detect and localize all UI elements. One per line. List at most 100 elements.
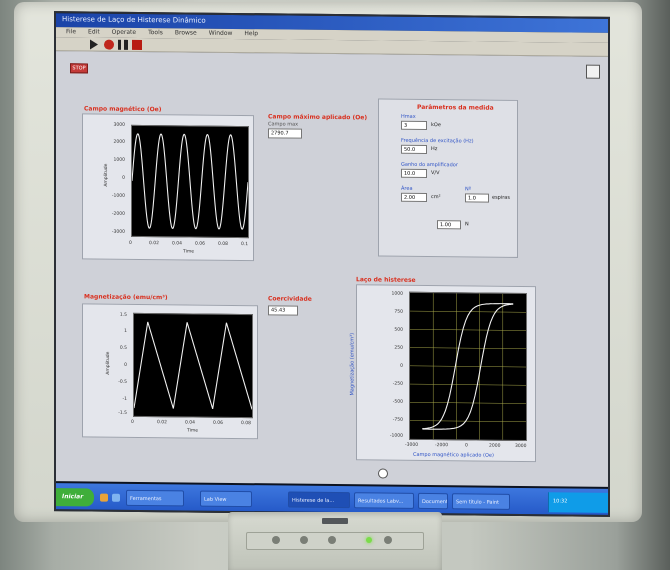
graph2-trace [134, 321, 252, 410]
monitor-power-button[interactable] [384, 536, 392, 544]
param-hmax-input[interactable]: 3 [401, 120, 427, 130]
params-title: Parâmetros da medida [417, 103, 494, 112]
graph1-box: 3000 2000 1000 0 -1000 -2000 -3000 0 0.0… [82, 113, 254, 262]
parameters-panel: Parâmetros da medida Hmax 3 kOe Frequênc… [378, 98, 518, 258]
param-turns-label: Nº [465, 186, 472, 193]
loop-graph [410, 293, 526, 440]
loop-ytick-4: 0 [400, 363, 403, 369]
menu-browse[interactable]: Browse [175, 29, 197, 37]
abort-icon[interactable] [132, 39, 142, 51]
system-tray: 10:32 [548, 492, 608, 513]
task-labview[interactable]: Lab View [200, 490, 252, 508]
loop-grid-hline [410, 329, 526, 331]
graph2-ytick-1: 1 [124, 328, 127, 334]
graph2-readout-title: Coercividade [268, 295, 312, 303]
graph1-title: Campo magnético (Oe) [84, 105, 162, 114]
loop-xtick-3: 2000 [489, 443, 501, 449]
stop-button[interactable]: STOP [70, 63, 88, 74]
mouse-cursor [378, 468, 388, 479]
graph1-plot [131, 124, 249, 239]
loop-ytick-3: 250 [394, 345, 403, 351]
graph1-xtick-0: 0 [129, 240, 132, 246]
menu-tools[interactable]: Tools [148, 29, 163, 37]
loop-ytick-7: -750 [392, 417, 403, 423]
graph1-xtick-2: 0.04 [172, 241, 183, 247]
param-area-unit: cm² [431, 194, 441, 201]
graph1-xtick-3: 0.06 [195, 241, 206, 247]
param-freq-input[interactable]: 50.0 [401, 144, 427, 154]
param-gain-input[interactable]: 10.0 [401, 168, 427, 178]
monitor-select-button[interactable] [328, 536, 336, 544]
loop-ytick-1: 750 [394, 309, 403, 315]
loop-xtick-1: -2000 [435, 443, 449, 449]
graph1-ylabel: Amplitude [104, 163, 110, 187]
front-panel: STOP Campo magnético (Oe) 3000 2000 1000… [56, 51, 608, 487]
graph1-xtick-1: 0.02 [149, 241, 160, 247]
menu-file[interactable]: File [66, 28, 76, 36]
menu-help[interactable]: Help [244, 30, 258, 38]
loop-xtick-0: -3000 [405, 442, 419, 448]
monitor-stand [228, 512, 442, 570]
task-resultados[interactable]: Resultados Labv... [354, 492, 414, 509]
window-title: Histerese de Laço de Histerese Dinâmico [62, 15, 206, 25]
quicklaunch-browser-icon[interactable] [112, 493, 120, 502]
graph2-ytick-5: -1 [122, 396, 128, 402]
monitor-menu-button[interactable] [272, 536, 280, 544]
task-histerese[interactable]: Histerese de la... [288, 491, 350, 509]
task-ferramentas[interactable]: Ferramentas [126, 489, 184, 507]
loop-ytick-6: -500 [392, 399, 403, 405]
loop-grid-hline [410, 365, 526, 368]
param-area-input[interactable]: 2.00 [401, 192, 427, 202]
graph1-xtick-4: 0.08 [218, 241, 229, 247]
param-gain-label: Ganho do amplificador [401, 161, 458, 169]
param-hmax-label: Hmax [401, 113, 416, 120]
loop-grid-hline [410, 420, 526, 423]
graph1-ytick-1: 2000 [113, 139, 125, 145]
graph2-waveform [134, 321, 252, 410]
param-hmax-unit: kOe [431, 122, 441, 129]
loop-ylabel: Magnetização (emu/cm³) [349, 332, 356, 396]
run-continuous-icon[interactable] [104, 39, 114, 50]
graph1-ytick-5: -2000 [111, 211, 125, 217]
param-factor-unit: N [465, 221, 469, 228]
brand-badge [322, 518, 348, 524]
param-factor-input[interactable]: 1.00 [437, 220, 461, 230]
clock[interactable]: 10:32 [553, 498, 567, 504]
graph1-ytick-6: -3000 [111, 229, 125, 235]
loop-ytick-2: 500 [394, 327, 403, 333]
param-freq-unit: Hz [431, 146, 438, 153]
graph2-ytick-4: -0.5 [118, 379, 127, 385]
menu-edit[interactable]: Edit [88, 28, 100, 36]
quicklaunch-folder-icon[interactable] [100, 493, 108, 502]
menu-operate[interactable]: Operate [112, 29, 136, 37]
param-gain-unit: V/V [431, 170, 440, 177]
loop-box: 1000 750 500 250 0 -250 -500 -750 -1000 … [349, 284, 536, 463]
menu-window[interactable]: Window [209, 30, 233, 38]
graph2-xtick-4: 0.08 [241, 421, 252, 427]
graph2-ylabel: Amplitude [106, 351, 112, 375]
start-button[interactable]: Iniciar [56, 488, 94, 507]
loop-title: Laço de histerese [356, 276, 416, 284]
loop-plot [409, 291, 527, 442]
graph2-ytick-2: 0.5 [119, 345, 127, 351]
param-turns-input[interactable]: 1.0 [465, 193, 489, 203]
loop-grid-hline [410, 347, 526, 350]
graph2-plot [133, 312, 253, 419]
pause-icon[interactable] [118, 39, 128, 50]
monitor-adjust-button[interactable] [300, 536, 308, 544]
param-freq-label: Frequência de excitação (Hz) [401, 137, 474, 145]
loop-ytick-8: -1000 [389, 433, 403, 439]
graph1-readout-value: 2790.7 [268, 128, 302, 139]
loop-grid-hline [410, 402, 526, 404]
power-led [366, 537, 372, 543]
graph2-xlabel: Time [187, 428, 199, 434]
task-paint[interactable]: Sem título - Paint [452, 493, 510, 510]
monitor-screen: Histerese de Laço de Histerese Dinâmico … [54, 11, 610, 517]
graph1-ytick-4: -1000 [111, 193, 125, 199]
graph2-readout-value: 45.43 [268, 305, 298, 316]
vi-icon [586, 64, 600, 79]
graph1-waveform [132, 133, 248, 230]
graph1-xtick-5: 0.1 [241, 242, 249, 248]
run-arrow-icon[interactable] [90, 39, 98, 50]
task-documento[interactable]: Documento de... [418, 492, 448, 510]
